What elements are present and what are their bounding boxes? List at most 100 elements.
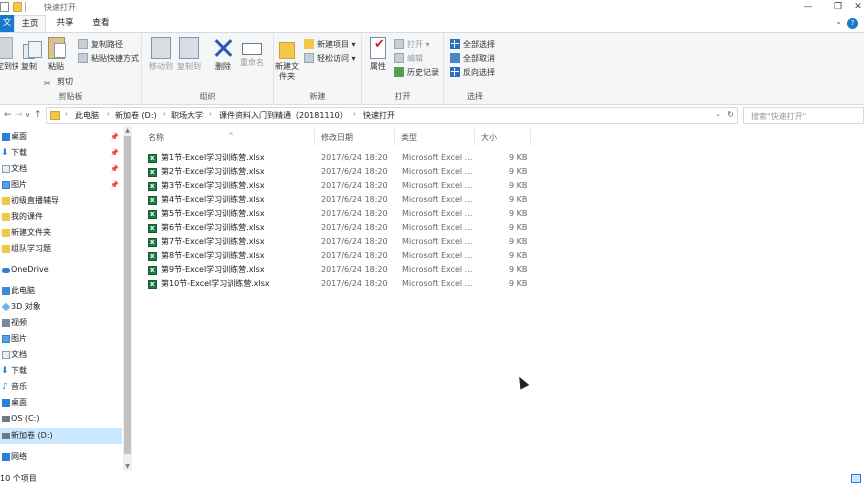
invert-selection-button[interactable]: 反向选择 — [450, 66, 495, 79]
nav-item-documents[interactable]: 文档 📌 — [0, 161, 122, 177]
details-view-icon[interactable] — [851, 474, 861, 483]
nav-item-pictures[interactable]: 图片 — [0, 331, 122, 347]
nav-item-downloads[interactable]: 下载 — [0, 363, 122, 379]
minimize-button[interactable]: — — [800, 1, 816, 13]
file-row[interactable]: 第1节-Excel学习训练营.xlsx 2017/6/24 18:20 Micr… — [140, 151, 540, 165]
file-date: 2017/6/24 18:20 — [321, 167, 388, 176]
this-pc-icon — [2, 287, 10, 295]
breadcrumb-folder[interactable]: 职场大学 — [171, 110, 203, 121]
new-folder-button[interactable]: 新建文件夹 — [274, 37, 300, 82]
nav-item-folder[interactable]: 新建文件夹 — [0, 225, 122, 241]
chevron-right-icon[interactable]: › — [163, 110, 166, 118]
nav-item-desktop[interactable]: 桌面 — [0, 395, 122, 411]
delete-button[interactable]: 删除 — [212, 37, 234, 72]
help-icon[interactable]: ? — [847, 18, 858, 29]
pin-to-quick-access-button[interactable]: 固定到快速访问 — [0, 37, 18, 72]
nav-item-downloads[interactable]: 下载 📌 — [0, 145, 122, 161]
select-none-button[interactable]: 全部取消 — [450, 52, 495, 65]
column-header-type[interactable]: 类型 — [401, 132, 417, 143]
rename-button[interactable]: 重命名 — [238, 37, 266, 68]
delete-icon — [213, 37, 233, 59]
nav-item-desktop[interactable]: 桌面 📌 — [0, 129, 122, 145]
nav-item-drive-c[interactable]: OS (C:) — [0, 411, 122, 427]
chevron-right-icon[interactable]: › — [107, 110, 110, 118]
ribbon-collapse-icon[interactable]: ⌄ — [835, 17, 842, 26]
back-button[interactable]: ← — [4, 110, 12, 120]
nav-scrollbar[interactable]: ▲ ▼ — [123, 126, 132, 471]
tab-share[interactable]: 共享 — [52, 15, 78, 32]
nav-item-folder[interactable]: 初级直播辅导 — [0, 193, 122, 209]
quick-access-toolbar-icon[interactable] — [0, 2, 9, 12]
refresh-icon[interactable]: ↻ — [727, 110, 734, 119]
breadcrumb-current-folder[interactable]: 快速打开 — [363, 110, 395, 121]
up-button[interactable]: ↑ — [34, 110, 42, 120]
file-row[interactable]: 第8节-Excel学习训练营.xlsx 2017/6/24 18:20 Micr… — [140, 249, 540, 263]
tab-home[interactable]: 主页 — [14, 15, 46, 32]
paste-shortcut-button[interactable]: 粘贴快捷方式 — [78, 52, 139, 65]
nav-item-network[interactable]: 网络 — [0, 449, 122, 465]
scrollbar-thumb[interactable] — [124, 136, 131, 454]
column-header-date[interactable]: 修改日期 — [321, 132, 353, 143]
column-divider[interactable] — [474, 129, 475, 146]
copy-icon — [23, 41, 42, 59]
new-item-button[interactable]: 新建项目 ▾ — [304, 38, 356, 51]
nav-item-onedrive[interactable]: OneDrive — [0, 262, 122, 278]
recent-locations-button[interactable]: ∨ — [25, 111, 30, 119]
search-box[interactable]: 搜索"快速打开" — [743, 107, 864, 124]
cut-button[interactable]: ✂ 剪切 — [44, 75, 73, 88]
file-row[interactable]: 第10节-Excel学习训练营.xlsx 2017/6/24 18:20 Mic… — [140, 277, 540, 291]
copy-to-button[interactable]: 复制到 — [176, 37, 202, 72]
pin-icon: 📌 — [110, 181, 119, 189]
column-header-size[interactable]: 大小 — [481, 132, 497, 143]
properties-button[interactable]: 属性 — [366, 37, 390, 72]
nav-item-folder[interactable]: 组队学习题 — [0, 241, 122, 257]
copy-button[interactable]: 复制 — [18, 37, 42, 72]
breadcrumb-drive-d[interactable]: 新加卷 (D:) — [115, 110, 157, 121]
column-divider[interactable] — [394, 129, 395, 146]
column-header-name[interactable]: 名称 — [148, 132, 164, 143]
nav-item-pictures[interactable]: 图片 📌 — [0, 177, 122, 193]
scroll-up-icon[interactable]: ▲ — [123, 126, 132, 135]
column-divider[interactable] — [530, 129, 531, 146]
nav-item-videos[interactable]: 视频 — [0, 315, 122, 331]
scroll-down-icon[interactable]: ▼ — [123, 462, 132, 471]
navigation-pane: 桌面 📌 下载 📌 文档 📌 图片 📌 初级直播辅导 我的课件 新建 — [0, 126, 124, 471]
chevron-down-icon[interactable]: ⌄ — [715, 110, 721, 118]
nav-item-drive-d[interactable]: 新加卷 (D:) — [0, 428, 122, 444]
tab-file[interactable]: 文件 — [0, 15, 14, 45]
nav-item-folder[interactable]: 我的课件 — [0, 209, 122, 225]
maximize-button[interactable]: ❐ — [830, 1, 846, 13]
forward-button[interactable]: → — [15, 110, 23, 120]
open-button[interactable]: 打开 ▾ — [394, 38, 430, 51]
edit-button[interactable]: 编辑 — [394, 52, 423, 65]
chevron-right-icon[interactable]: › — [353, 110, 356, 118]
file-row[interactable]: 第3节-Excel学习训练营.xlsx 2017/6/24 18:20 Micr… — [140, 179, 540, 193]
column-divider[interactable] — [314, 129, 315, 146]
move-to-button[interactable]: 移动到 — [148, 37, 174, 72]
file-row[interactable]: 第5节-Excel学习训练营.xlsx 2017/6/24 18:20 Micr… — [140, 207, 540, 221]
chevron-right-icon[interactable]: › — [209, 110, 212, 118]
easy-access-button[interactable]: 轻松访问 ▾ — [304, 52, 356, 65]
breadcrumb-this-pc[interactable]: 此电脑 — [75, 110, 99, 121]
breadcrumb-folder[interactable]: 课件资料入门到精通（20181110） — [219, 110, 348, 121]
paste-button[interactable]: 粘贴 — [44, 37, 68, 72]
history-button[interactable]: 历史记录 — [394, 66, 439, 79]
nav-item-3d-objects[interactable]: 3D 对象 — [0, 299, 122, 315]
nav-item-music[interactable]: 音乐 — [0, 379, 122, 395]
file-row[interactable]: 第4节-Excel学习训练营.xlsx 2017/6/24 18:20 Micr… — [140, 193, 540, 207]
tab-view[interactable]: 查看 — [88, 15, 114, 32]
file-row[interactable]: 第7节-Excel学习训练营.xlsx 2017/6/24 18:20 Micr… — [140, 235, 540, 249]
select-all-button[interactable]: 全部选择 — [450, 38, 495, 51]
file-row[interactable]: 第6节-Excel学习训练营.xlsx 2017/6/24 18:20 Micr… — [140, 221, 540, 235]
nav-item-documents[interactable]: 文档 — [0, 347, 122, 363]
file-row[interactable]: 第2节-Excel学习训练营.xlsx 2017/6/24 18:20 Micr… — [140, 165, 540, 179]
chevron-right-icon[interactable]: › — [65, 110, 68, 118]
file-date: 2017/6/24 18:20 — [321, 265, 388, 274]
history-icon — [394, 67, 404, 77]
nav-item-this-pc[interactable]: 此电脑 — [0, 283, 122, 299]
copy-path-button[interactable]: 复制路径 — [78, 38, 123, 51]
close-button[interactable]: ✕ — [850, 1, 864, 13]
file-row[interactable]: 第9节-Excel学习训练营.xlsx 2017/6/24 18:20 Micr… — [140, 263, 540, 277]
address-bar[interactable]: › 此电脑 › 新加卷 (D:) › 职场大学 › 课件资料入门到精通（2018… — [46, 107, 738, 124]
clipboard-group: 固定到快速访问 复制 粘贴 复制路径 粘贴快捷方式 ✂剪切 剪贴板 — [0, 33, 142, 105]
